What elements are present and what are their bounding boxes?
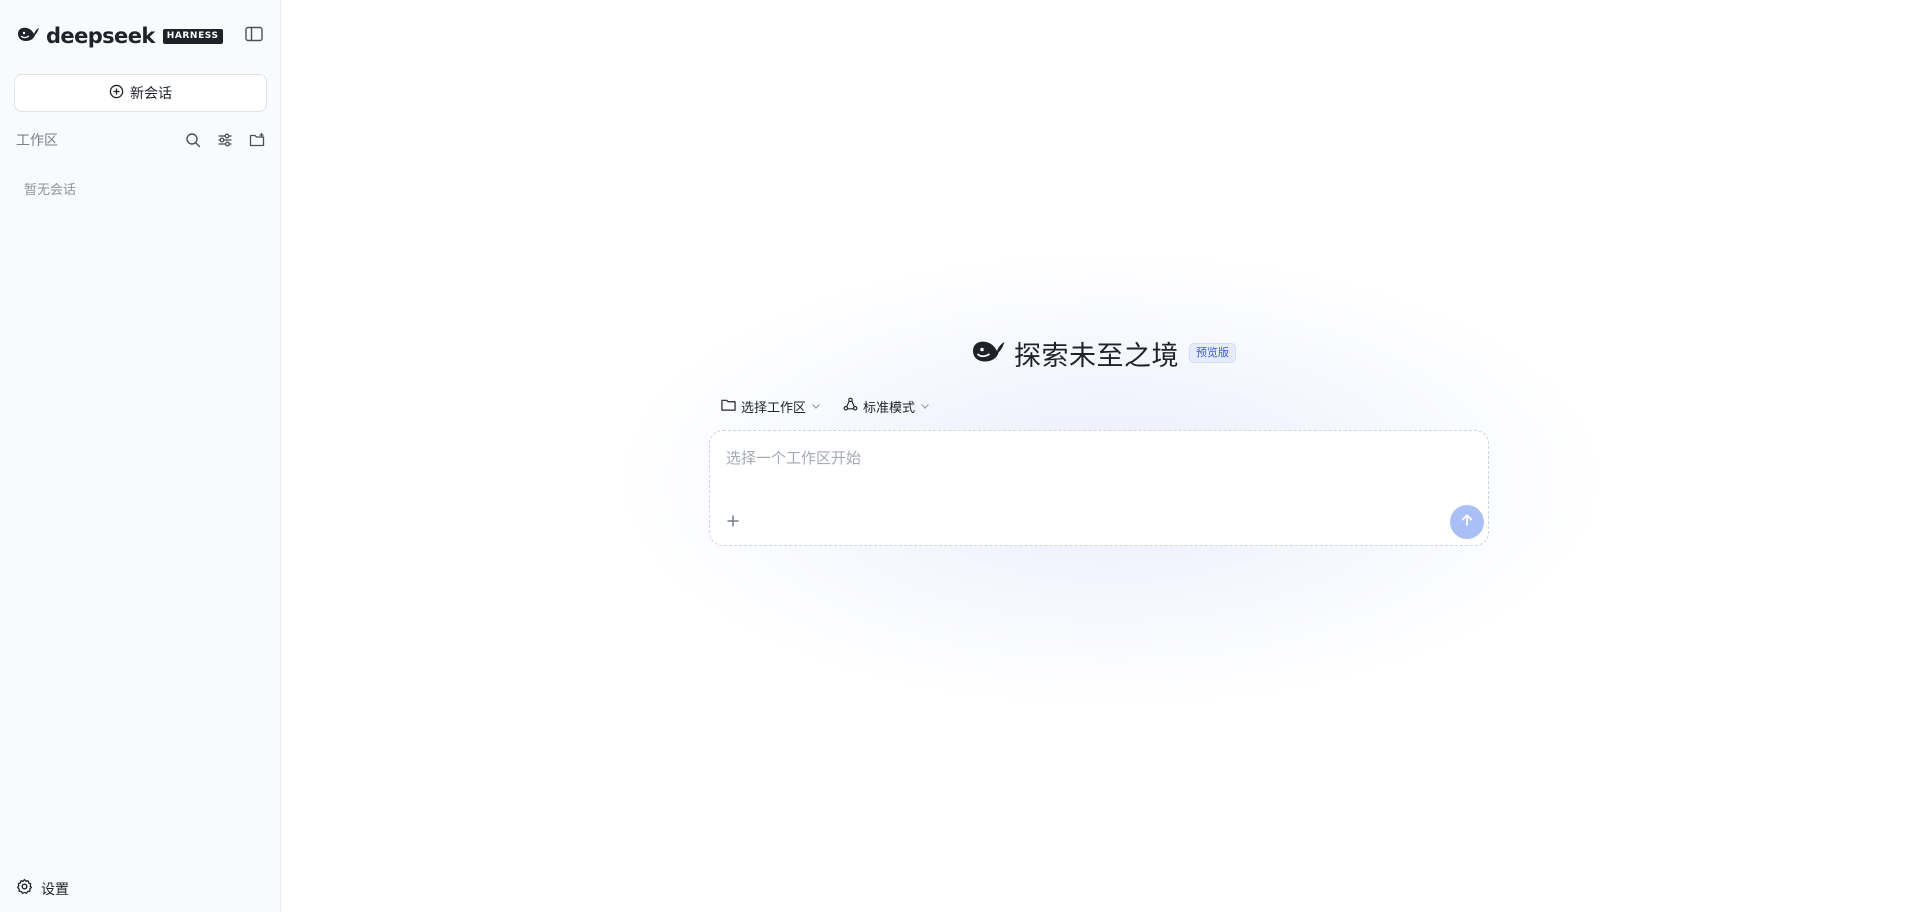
sidebar-toggle-button[interactable] [244, 26, 264, 46]
workspace-select-label: 选择工作区 [741, 401, 807, 416]
sidebar-toggle-icon [245, 26, 263, 46]
attach-button[interactable] [722, 511, 744, 533]
sliders-icon[interactable] [216, 131, 234, 149]
mode-select[interactable]: 标准模式 [843, 397, 930, 416]
search-icon[interactable] [184, 131, 202, 149]
workspace-header: 工作区 [16, 130, 266, 150]
workspace-actions [184, 131, 266, 149]
chevron-down-icon [811, 399, 821, 414]
new-chat-label: 新会话 [130, 86, 172, 102]
preview-badge: 预览版 [1189, 343, 1236, 363]
plus-circle-icon [109, 84, 124, 103]
settings-label: 设置 [41, 881, 69, 898]
composer-box [709, 430, 1489, 546]
send-button[interactable] [1450, 505, 1484, 539]
agent-loop-icon [843, 397, 858, 416]
hero-heading: 探索未至之境 预览版 [970, 335, 1236, 372]
brand-badge: HARNESS [162, 28, 223, 44]
empty-sessions-text: 暂无会话 [24, 183, 77, 198]
folder-icon [721, 398, 736, 416]
mode-select-label: 标准模式 [863, 401, 916, 416]
gear-icon [16, 878, 33, 899]
brand: deepseek HARNESS [16, 24, 223, 48]
sidebar: deepseek HARNESS 新会话 工作区 暂无会话 设置 [0, 0, 281, 912]
new-chat-button[interactable]: 新会话 [14, 74, 267, 112]
workspace-select[interactable]: 选择工作区 [721, 397, 821, 416]
brand-name: deepseek [46, 24, 155, 48]
prompt-input[interactable] [726, 443, 1426, 473]
arrow-up-icon [1459, 512, 1475, 532]
hero-title: 探索未至之境 [1014, 340, 1179, 372]
composer-toolbar: 选择工作区 标准模式 [721, 397, 930, 416]
whale-logo-icon [970, 337, 1006, 369]
chevron-down-icon [920, 399, 930, 414]
app-window: deepseek HARNESS 新会话 工作区 暂无会话 设置 探索未至之境 … [0, 0, 1920, 912]
whale-logo-icon [16, 25, 40, 47]
workspace-title: 工作区 [16, 133, 58, 149]
plus-icon [726, 513, 740, 532]
settings-button[interactable]: 设置 [16, 878, 69, 899]
folder-plus-icon[interactable] [248, 131, 266, 149]
main-panel: 探索未至之境 预览版 选择工作区 标准模式 选择一个工作区开始 [281, 0, 1920, 912]
